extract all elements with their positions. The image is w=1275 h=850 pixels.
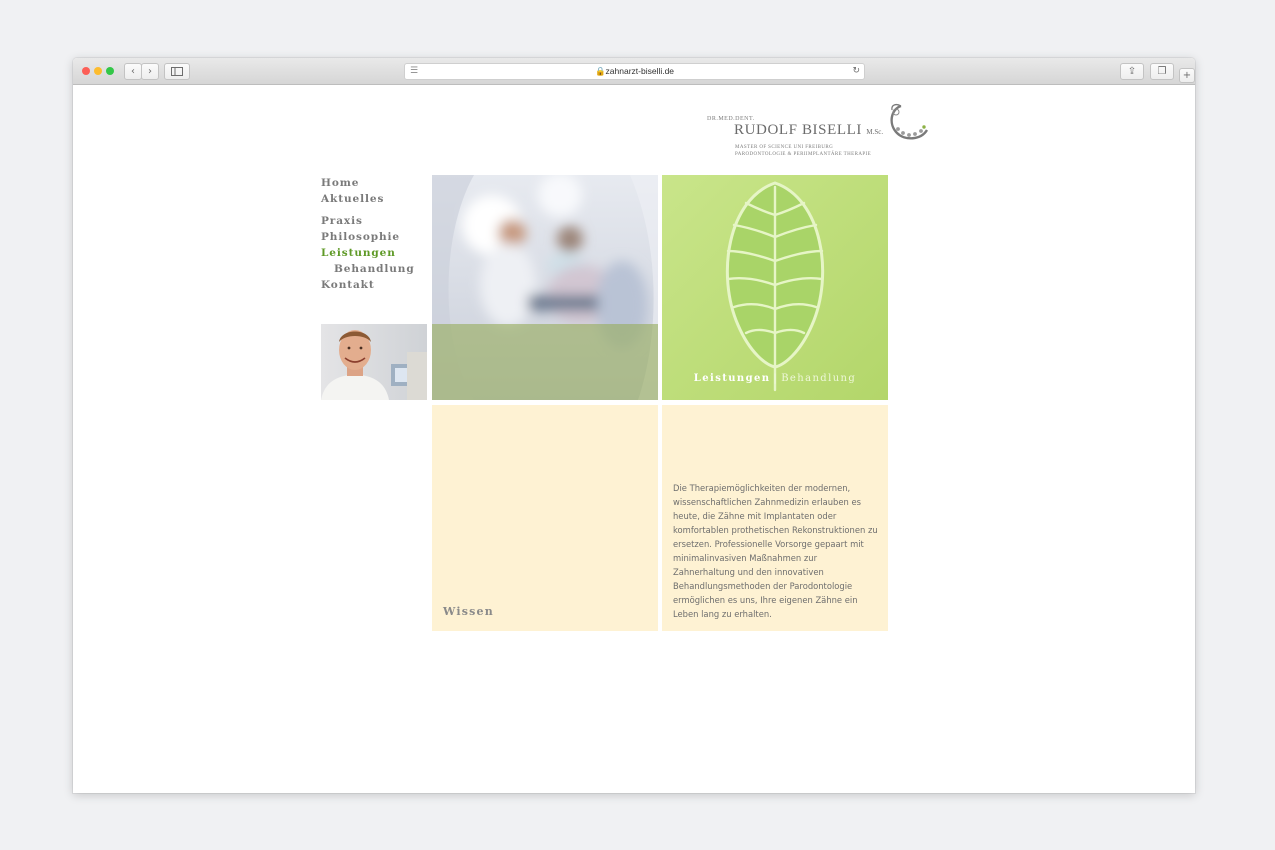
url-text: zahnarzt-biselli.de xyxy=(605,66,675,76)
dental-treatment-photo xyxy=(432,175,658,400)
caption-behandlung: Behandlung xyxy=(781,373,857,384)
back-button[interactable]: ‹ xyxy=(124,63,142,80)
description-tile: Die Therapiemöglichkeiten der modernen, … xyxy=(662,405,888,631)
browser-window: ‹ › ☰ 🔒zahnarzt-biselli.de ↻ ⇪ ❐ + DR.ME… xyxy=(73,58,1195,793)
nav-leistungen[interactable]: Leistungen xyxy=(321,247,396,259)
tabs-icon: ❐ xyxy=(1157,66,1167,77)
logo-suffix: M.Sc. xyxy=(866,128,884,136)
lock-icon: 🔒 xyxy=(594,66,606,76)
nav-philosophie[interactable]: Philosophie xyxy=(321,231,400,243)
practice-logo[interactable]: DR.MED.DENT. RUDOLF BISELLI M.Sc. MASTER… xyxy=(707,103,937,163)
logo-subtitle-2: PARODONTOLOGIE & PERIIMPLANTÄRE THERAPIE xyxy=(735,152,872,157)
nav-kontakt[interactable]: Kontakt xyxy=(321,279,375,291)
description-text: Die Therapiemöglichkeiten der modernen, … xyxy=(673,483,878,619)
sidebar-icon xyxy=(171,67,183,76)
leistungen-feature-tile[interactable]: Leistungen | Behandlung xyxy=(662,175,888,400)
tabs-overview-button[interactable]: ❐ xyxy=(1150,63,1174,80)
address-bar[interactable]: ☰ 🔒zahnarzt-biselli.de ↻ xyxy=(404,63,865,80)
chevron-left-icon: ‹ xyxy=(131,66,135,77)
leaf-illustration xyxy=(662,175,888,400)
browser-toolbar: ‹ › ☰ 🔒zahnarzt-biselli.de ↻ ⇪ ❐ + xyxy=(73,58,1195,85)
caption-separator: | xyxy=(773,373,779,384)
caption-leistungen: Leistungen xyxy=(693,373,771,384)
nav-behandlung[interactable]: Behandlung xyxy=(334,263,415,275)
logo-subtitle-1: MASTER OF SCIENCE UNI FREIBURG xyxy=(735,145,834,150)
wissen-label: Wissen xyxy=(443,605,494,618)
pearl-swirl-logo-icon xyxy=(890,103,929,140)
logo-name: RUDOLF BISELLI M.Sc. xyxy=(734,122,884,138)
chevron-right-icon: › xyxy=(148,66,152,77)
doctor-portrait-photo xyxy=(321,324,427,400)
share-icon: ⇪ xyxy=(1127,66,1137,77)
zoom-window-button[interactable] xyxy=(106,67,114,75)
wissen-tile[interactable]: Wissen xyxy=(432,405,658,631)
reload-icon[interactable]: ↻ xyxy=(852,64,860,79)
forward-button[interactable]: › xyxy=(141,63,159,80)
nav-home[interactable]: Home xyxy=(321,177,359,189)
minimize-window-button[interactable] xyxy=(94,67,102,75)
sidebar-toggle-button[interactable] xyxy=(164,63,190,80)
page-content: DR.MED.DENT. RUDOLF BISELLI M.Sc. MASTER… xyxy=(73,85,1195,793)
feature-caption: Leistungen | Behandlung xyxy=(662,373,888,384)
close-window-button[interactable] xyxy=(82,67,90,75)
nav-aktuelles[interactable]: Aktuelles xyxy=(321,193,384,205)
share-button[interactable]: ⇪ xyxy=(1120,63,1144,80)
plus-icon: + xyxy=(1182,70,1192,81)
nav-praxis[interactable]: Praxis xyxy=(321,215,363,227)
new-tab-button[interactable]: + xyxy=(1179,68,1195,83)
